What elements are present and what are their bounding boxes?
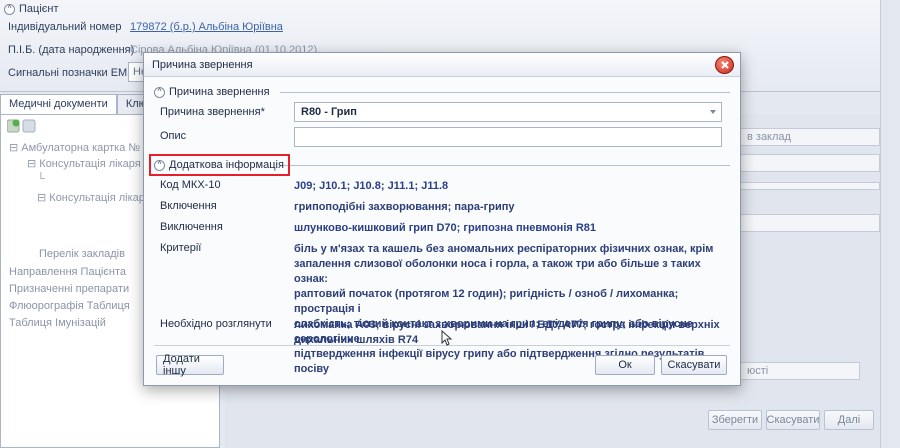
close-icon: [720, 61, 729, 69]
patient-id-label: Індивідуальний номер: [8, 21, 122, 33]
section-header-reason[interactable]: ^ Причина звернення: [154, 86, 270, 98]
facility-combo[interactable]: в заклад: [740, 128, 880, 146]
criteria-label: Критерії: [160, 242, 202, 254]
cancel-dialog-label: Скасувати: [667, 359, 721, 371]
exclusions-value: шлунково-кишковий грип D70; грипозна пне…: [294, 222, 597, 234]
icd-value: J09; J10.1; J10.8; J11.1; J11.8: [294, 180, 449, 192]
consider-line: лихоманка A03; вірусні захворювання інші…: [294, 319, 720, 331]
tree-child-label: Консультація лікаря: [39, 158, 141, 170]
background-combo[interactable]: [740, 154, 880, 172]
facility-combo-value: в заклад: [747, 131, 791, 143]
reason-dialog: Причина звернення ^ Причина звернення Пр…: [143, 52, 741, 386]
collapse-icon[interactable]: ^: [154, 86, 165, 98]
tree-root-label: Амбулаторна картка № 6 в: [21, 142, 159, 154]
cancel-dialog-button[interactable]: Скасувати: [661, 355, 727, 375]
patient-section-header[interactable]: ^ Пацієнт: [4, 3, 59, 15]
chevron-down-icon[interactable]: [710, 110, 716, 114]
window-scrollbar[interactable]: [880, 0, 900, 448]
save-button-label: Зберегти: [711, 414, 759, 426]
description-input[interactable]: [294, 127, 722, 147]
nav-item-immunizations[interactable]: Таблиця Імунізацій: [9, 317, 106, 329]
background-combo[interactable]: [740, 214, 880, 232]
reason-label: Причина звернення*: [160, 106, 265, 118]
nav-item-referrals[interactable]: Направлення Пацієнта: [9, 266, 126, 278]
tree-child[interactable]: ⊟ Консультація лікаря: [37, 191, 151, 204]
criteria-line: раптовий початок (протягом 12 годин); ри…: [294, 288, 679, 315]
nav-item-faded[interactable]: Перелік закладів: [39, 248, 125, 260]
tree-child-label: Консультація лікаря: [49, 192, 151, 204]
left-toolbar: [6, 119, 37, 133]
patient-id-value[interactable]: 179872 (б.р.) Альбіна Юріївна: [130, 21, 283, 33]
inclusions-value: грипоподібні захворювання; пара-грипу: [294, 201, 515, 213]
criteria-value: біль у м'язах та кашель без аномальних р…: [294, 242, 724, 377]
tab-medical-documents[interactable]: Медичні документи: [0, 94, 117, 114]
criteria-line: запалення слизової оболонки носа і горла…: [294, 258, 701, 285]
ok-label: Ок: [618, 359, 632, 371]
criteria-line: біль у м'язах та кашель без аномальних р…: [294, 243, 714, 255]
exclusions-label: Виключення: [160, 221, 223, 233]
consider-value: лихоманка A03; вірусні захворювання інші…: [294, 318, 724, 348]
background-grid-header: юсті: [740, 362, 860, 380]
background-bar: [740, 182, 880, 190]
consider-label: Необхідно розглянути: [160, 318, 272, 330]
section-divider: [282, 165, 730, 166]
section-divider: [280, 92, 730, 93]
tree-item[interactable]: └: [37, 173, 45, 185]
add-other-button[interactable]: Додати іншу: [156, 353, 224, 377]
collapse-icon[interactable]: ^: [4, 3, 15, 15]
grid-header-text: юсті: [747, 365, 769, 377]
add-other-label: Додати іншу: [163, 353, 200, 377]
icd-label: Код МКХ-10: [160, 179, 221, 191]
close-button[interactable]: [715, 56, 734, 74]
reason-combo-value: R80 - Грип: [301, 106, 357, 118]
dialog-title: Причина звернення: [152, 59, 253, 71]
save-button[interactable]: Зберегти: [708, 410, 762, 430]
cancel-button-label: Скасувати: [766, 414, 820, 426]
inclusions-label: Включення: [160, 200, 217, 212]
section-title: Причина звернення: [169, 86, 270, 98]
patient-section-title: Пацієнт: [19, 3, 59, 15]
add-document-icon[interactable]: [6, 119, 37, 133]
cancel-button[interactable]: Скасувати: [766, 410, 820, 430]
document-tabs: Медичні документи Ключ: [0, 94, 162, 114]
ok-button[interactable]: Ок: [595, 355, 655, 375]
criteria-line: підтвердження інфекції вірусу грипу або …: [294, 348, 705, 375]
next-button[interactable]: Далі: [824, 410, 874, 430]
tree-root[interactable]: ⊟ Амбулаторна картка № 6 в: [9, 141, 158, 154]
nav-item-prescriptions[interactable]: Призначенні препарати: [9, 283, 129, 295]
nav-item-fluorography[interactable]: Флюорографія Таблиця: [9, 300, 130, 312]
signals-label: Сигнальні позначки ЕМК: [8, 67, 134, 79]
dialog-titlebar[interactable]: Причина звернення: [144, 53, 740, 77]
tree-child[interactable]: ⊟ Консультація лікаря: [27, 157, 141, 170]
patient-name-label: П.І.Б. (дата народження): [8, 44, 135, 56]
next-button-label: Далі: [837, 414, 861, 426]
reason-combo[interactable]: R80 - Грип: [294, 102, 722, 122]
description-label: Опис: [160, 130, 187, 142]
mouse-cursor-icon: [441, 330, 453, 346]
highlight-box: [149, 154, 290, 176]
